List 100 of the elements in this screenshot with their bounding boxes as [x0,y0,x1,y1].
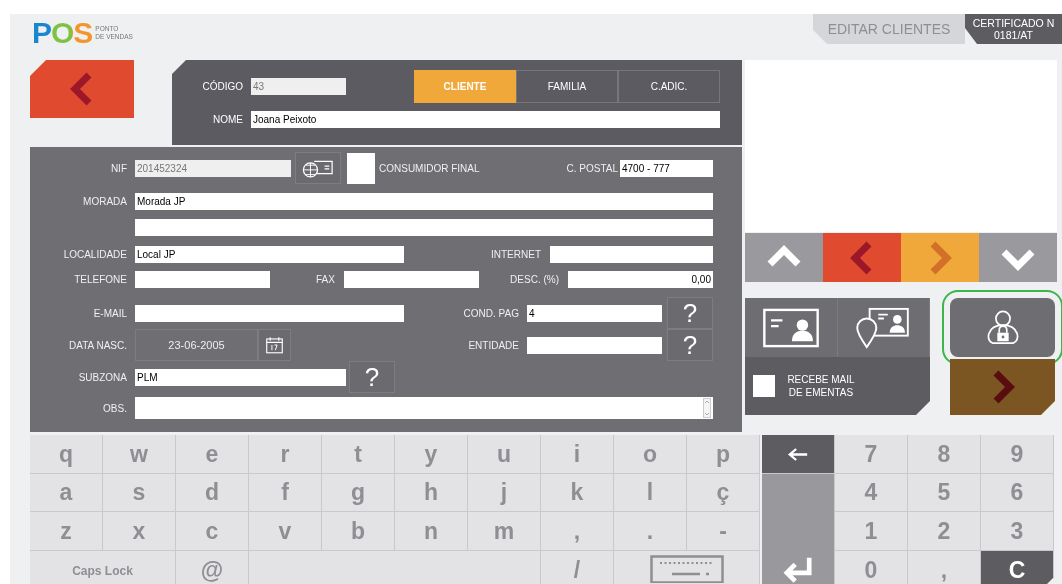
caps-lock-key[interactable]: Caps Lock [30,551,176,584]
keyboard-key[interactable]: f [249,474,322,512]
date-field[interactable]: 23-06-2005 [135,329,258,361]
previous-button[interactable] [823,233,901,282]
input-field[interactable]: 4700 - 777 [620,159,713,177]
field-label: CÓDIGO [201,81,243,92]
notes-field[interactable] [135,397,713,419]
keyboard-key[interactable]: 3 [981,512,1054,551]
field-label: SUBZONA [77,371,127,383]
keyboard-key[interactable]: r [249,435,322,474]
input-field[interactable]: Local JP [135,246,404,263]
field-label: ENTIDADE [468,339,519,351]
next-button[interactable] [901,233,979,282]
certificate-badge: CERTIFICADO N 0181/AT [965,14,1062,44]
input-field[interactable] [343,271,479,288]
hide-keyboard-key[interactable] [614,551,760,584]
input-field[interactable]: Joana Peixoto [251,111,720,128]
input-field[interactable]: 4 [527,304,662,322]
keyboard-key[interactable]: 0 [835,551,908,584]
field-label: FAX [316,274,335,285]
keyboard-key[interactable]: / [541,551,614,584]
keyboard-key[interactable]: p [687,435,760,474]
keyboard-key[interactable]: - [687,512,760,551]
keyboard-key[interactable]: x [103,512,176,551]
tab[interactable]: CLIENTE [414,70,516,103]
keyboard-key[interactable]: 2 [908,512,981,551]
field-label: CONSUMIDOR FINAL [379,162,480,174]
keyboard-key[interactable]: b [322,512,395,551]
back-button[interactable] [30,60,134,118]
keyboard-icon [649,555,724,583]
help-button[interactable]: ? [667,329,713,361]
field-label: DESC. (%) [510,274,559,285]
input-field[interactable]: 201452324 [135,159,291,177]
globe-card-button[interactable] [295,152,341,184]
keyboard-key[interactable]: ç [687,474,760,512]
keyboard-key[interactable]: c [176,512,249,551]
keyboard-key[interactable]: a [30,474,103,512]
checkbox[interactable] [347,152,375,184]
enter-icon [782,556,814,584]
keyboard-key[interactable]: t [322,435,395,474]
scroll-down-button[interactable] [979,233,1057,282]
input-field[interactable] [135,304,404,322]
keyboard-key[interactable]: g [322,474,395,512]
keyboard-key[interactable]: , [908,551,981,584]
scrollbar-icon [703,398,711,418]
keyboard-key[interactable]: m [468,512,541,551]
keyboard-key[interactable]: h [395,474,468,512]
input-field[interactable] [550,246,713,263]
keyboard-key[interactable]: 5 [908,474,981,512]
backspace-icon [787,446,809,462]
tab[interactable]: FAMILIA [516,70,618,103]
keyboard-key[interactable]: v [249,512,322,551]
input-field[interactable]: Morada JP [135,193,713,210]
keyboard-key[interactable]: y [395,435,468,474]
calendar-button[interactable] [258,329,291,361]
keyboard-key[interactable]: 4 [835,474,908,512]
keyboard-key[interactable]: w [103,435,176,474]
input-field[interactable]: 43 [251,78,346,95]
page-title: EDITAR CLIENTES [813,14,965,44]
keyboard-key[interactable]: z [30,512,103,551]
keyboard-key[interactable]: n [395,512,468,551]
field-label: TELEFONE [73,274,127,285]
field-label: NIF [109,162,127,174]
keyboard-key[interactable]: u [468,435,541,474]
keyboard-key[interactable]: 8 [908,435,981,474]
keyboard-key[interactable]: . [614,512,687,551]
tab[interactable]: C.ADIC. [618,70,720,103]
forward-button[interactable] [950,359,1055,415]
input-field[interactable] [527,336,662,354]
input-field[interactable]: PLM [135,368,346,386]
keyboard-key[interactable]: , [541,512,614,551]
keyboard-key[interactable]: 9 [981,435,1054,474]
keyboard-key[interactable]: 7 [835,435,908,474]
clear-key[interactable]: C [981,551,1054,584]
keyboard-key[interactable]: q [30,435,103,474]
keyboard-key[interactable]: l [614,474,687,512]
keyboard-key[interactable]: s [103,474,176,512]
input-field[interactable]: 0,00 [568,271,713,288]
help-button[interactable]: ? [349,361,395,393]
keyboard-key[interactable]: @ [176,551,249,584]
input-field[interactable] [135,271,270,288]
field-label: LOCALIDADE [62,249,127,260]
keyboard-key[interactable]: j [468,474,541,512]
keyboard-key[interactable]: i [541,435,614,474]
keyboard-key[interactable]: 6 [981,474,1054,512]
scroll-up-button[interactable] [745,233,823,282]
backspace-key[interactable] [762,435,835,474]
checkbox[interactable] [753,375,775,397]
keyboard-key[interactable]: d [176,474,249,512]
keyboard-key[interactable]: k [541,474,614,512]
input-field[interactable] [135,219,713,236]
keyboard-key[interactable]: 1 [835,512,908,551]
field-label: COND. PAG [463,307,519,319]
field-label: INTERNET [491,249,541,260]
help-button[interactable]: ? [667,297,713,329]
calendar-icon [265,334,284,356]
keyboard-key[interactable]: e [176,435,249,474]
enter-key[interactable] [762,474,835,584]
checkbox-label: RECEBE MAIL DE EMENTAS [786,373,856,399]
keyboard-key[interactable]: o [614,435,687,474]
